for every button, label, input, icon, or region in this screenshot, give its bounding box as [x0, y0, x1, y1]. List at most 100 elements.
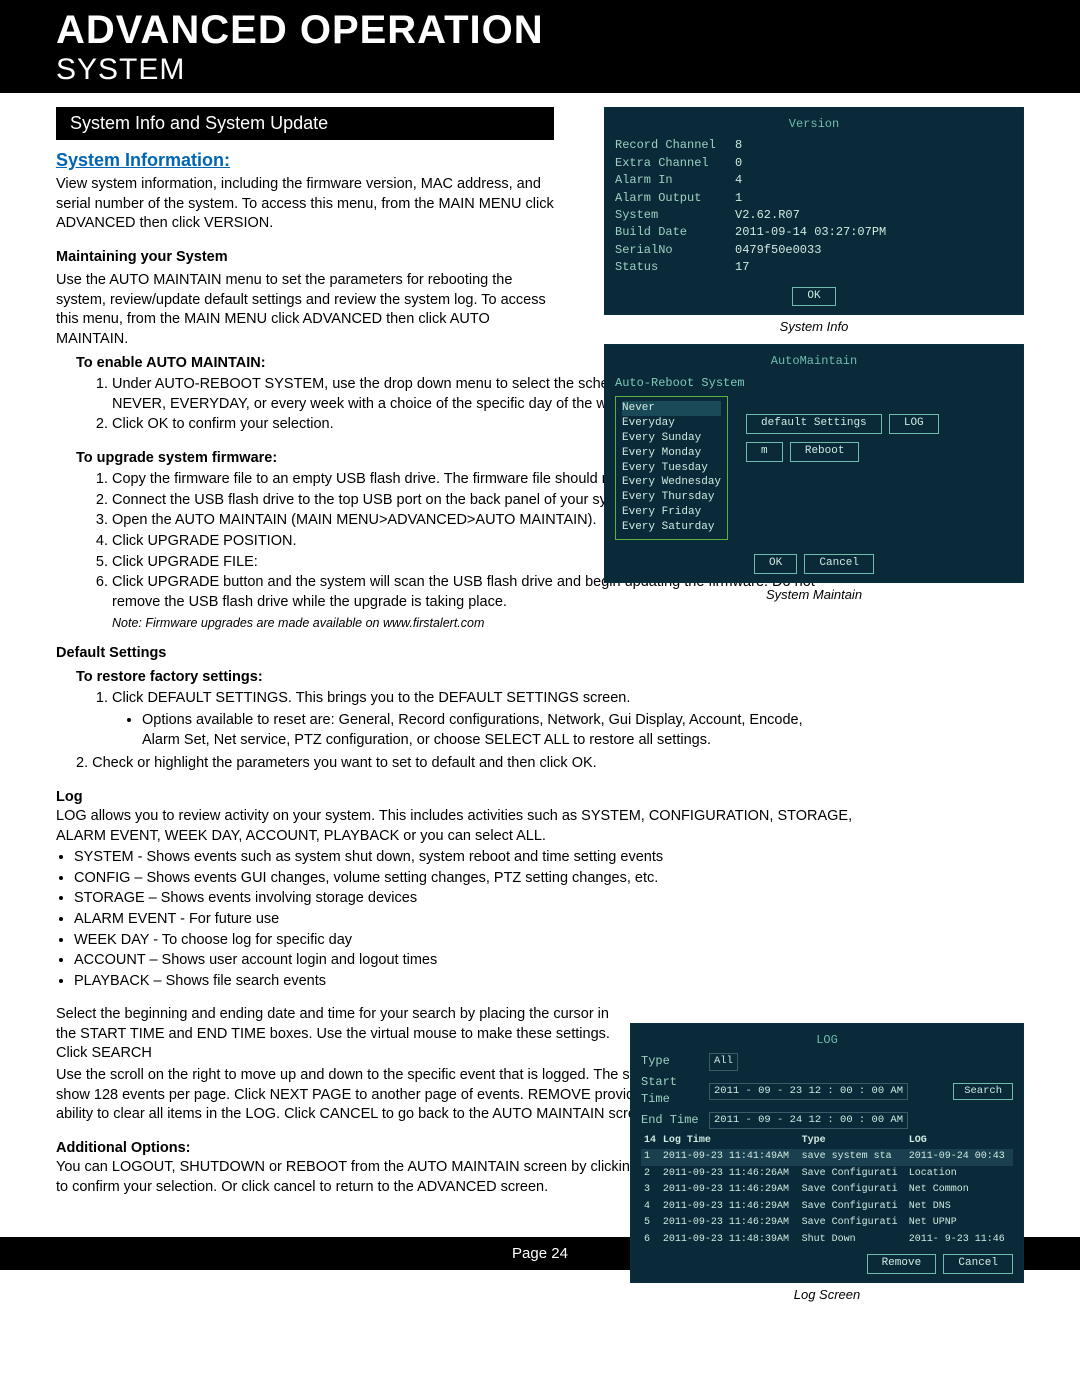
- default-settings-button[interactable]: default Settings: [746, 414, 882, 434]
- log-type-label: Type: [641, 1053, 703, 1070]
- default-settings-heading: Default Settings: [56, 644, 561, 664]
- version-key: Extra Channel: [615, 155, 735, 172]
- version-row: Alarm In4: [615, 172, 1013, 189]
- log-intro: LOG allows you to review activity on you…: [56, 807, 856, 846]
- dropdown-option[interactable]: Every Thursday: [622, 490, 721, 505]
- version-value: 1: [735, 190, 742, 207]
- page-title: ADVANCED OPERATION: [56, 8, 1024, 53]
- col-logtime: Log Time: [660, 1133, 799, 1150]
- log-cell: Net DNS: [906, 1199, 1013, 1216]
- log-bullet: ALARM EVENT - For future use: [74, 910, 874, 930]
- log-bullet: ACCOUNT – Shows user account login and l…: [74, 951, 874, 971]
- enable-auto-heading: To enable AUTO MAINTAIN:: [76, 354, 581, 374]
- ok-button[interactable]: OK: [754, 554, 797, 574]
- log-cell: 2011-09-24 00:43: [906, 1149, 1013, 1166]
- log-cell: save system sta: [799, 1149, 906, 1166]
- system-maintain-screenshot: AutoMaintain Auto-Reboot System NeverEve…: [604, 344, 1024, 582]
- log-cell: 3: [641, 1182, 660, 1199]
- log-cell: 2011- 9-23 11:46: [906, 1232, 1013, 1249]
- log-cell: Shut Down: [799, 1232, 906, 1249]
- restore-step2: 2. Check or highlight the parameters you…: [76, 754, 876, 774]
- dropdown-option[interactable]: Every Saturday: [622, 520, 721, 535]
- log-cell: Save Configurati: [799, 1215, 906, 1232]
- log-cell: Net UPNP: [906, 1215, 1013, 1232]
- dropdown-option[interactable]: Every Monday: [622, 446, 721, 461]
- remove-button[interactable]: Remove: [867, 1254, 937, 1274]
- log-screen-caption: Log Screen: [630, 1287, 1024, 1302]
- system-info-caption: System Info: [604, 319, 1024, 334]
- version-row: Extra Channel0: [615, 155, 1013, 172]
- log-cell: 2011-09-23 11:46:26AM: [660, 1166, 799, 1183]
- log-row[interactable]: 32011-09-23 11:46:29AMSave ConfiguratiNe…: [641, 1182, 1013, 1199]
- version-value: 8: [735, 137, 742, 154]
- version-row: Build Date2011-09-14 03:27:07PM: [615, 224, 1013, 241]
- dropdown-option[interactable]: Every Wednesday: [622, 475, 721, 490]
- step-text: Click DEFAULT SETTINGS. This brings you …: [112, 690, 630, 706]
- ok-button[interactable]: OK: [792, 287, 835, 307]
- header-bar: ADVANCED OPERATION SYSTEM: [0, 0, 1080, 93]
- log-row[interactable]: 12011-09-23 11:41:49AMsave system sta201…: [641, 1149, 1013, 1166]
- version-value: 0: [735, 155, 742, 172]
- col-log: LOG: [906, 1133, 1013, 1150]
- log-button[interactable]: LOG: [889, 414, 939, 434]
- log-cell: 4: [641, 1199, 660, 1216]
- log-cell: Save Configurati: [799, 1166, 906, 1183]
- page-number: Page 24: [512, 1245, 568, 1262]
- version-key: Alarm Output: [615, 190, 735, 207]
- log-cell: Net Common: [906, 1182, 1013, 1199]
- log-bullet: STORAGE – Shows events involving storage…: [74, 889, 874, 909]
- log-search-text: Select the beginning and ending date and…: [56, 1005, 616, 1064]
- cancel-button[interactable]: Cancel: [804, 554, 874, 574]
- screenshot-title: AutoMaintain: [615, 353, 1013, 370]
- log-bullet: CONFIG – Shows events GUI changes, volum…: [74, 869, 874, 889]
- log-end-label: End Time: [641, 1112, 703, 1129]
- log-table: 14 Log Time Type LOG 12011-09-23 11:41:4…: [641, 1133, 1013, 1249]
- col-count: 14: [641, 1133, 660, 1150]
- log-start-input[interactable]: 2011 - 09 - 23 12 : 00 : 00 AM: [709, 1083, 908, 1100]
- log-row[interactable]: 42011-09-23 11:46:29AMSave ConfiguratiNe…: [641, 1199, 1013, 1216]
- log-cell: Save Configurati: [799, 1199, 906, 1216]
- log-bullet: WEEK DAY - To choose log for specific da…: [74, 931, 874, 951]
- page-subtitle: SYSTEM: [56, 53, 1024, 87]
- log-row[interactable]: 62011-09-23 11:48:39AMShut Down2011- 9-2…: [641, 1232, 1013, 1249]
- auto-reboot-label: Auto-Reboot System: [615, 375, 1013, 392]
- version-row: SerialNo0479f50e0033: [615, 242, 1013, 259]
- log-cell: 1: [641, 1149, 660, 1166]
- m-button[interactable]: m: [746, 442, 783, 462]
- log-cell: 2: [641, 1166, 660, 1183]
- version-key: Status: [615, 259, 735, 276]
- version-row: SystemV2.62.R07: [615, 207, 1013, 224]
- dropdown-option[interactable]: Never: [622, 401, 721, 416]
- cancel-button[interactable]: Cancel: [943, 1254, 1013, 1274]
- log-cell: 5: [641, 1215, 660, 1232]
- log-type-select[interactable]: All: [709, 1053, 738, 1070]
- version-value: V2.62.R07: [735, 207, 800, 224]
- auto-reboot-dropdown[interactable]: NeverEverydayEvery SundayEvery MondayEve…: [615, 396, 728, 540]
- dropdown-option[interactable]: Every Friday: [622, 505, 721, 520]
- log-bullet: SYSTEM - Shows events such as system shu…: [74, 848, 874, 868]
- search-button[interactable]: Search: [953, 1083, 1013, 1100]
- log-row[interactable]: 52011-09-23 11:46:29AMSave ConfiguratiNe…: [641, 1215, 1013, 1232]
- additional-options-heading: Additional Options:: [56, 1139, 561, 1159]
- log-cell: 2011-09-23 11:41:49AM: [660, 1149, 799, 1166]
- log-scroll-text: Use the scroll on the right to move up a…: [56, 1066, 696, 1125]
- maintaining-text: Use the AUTO MAINTAIN menu to set the pa…: [56, 271, 561, 349]
- log-row[interactable]: 22011-09-23 11:46:26AMSave ConfiguratiLo…: [641, 1166, 1013, 1183]
- log-end-input[interactable]: 2011 - 09 - 24 12 : 00 : 00 AM: [709, 1112, 908, 1129]
- version-key: Record Channel: [615, 137, 735, 154]
- version-value: 17: [735, 259, 749, 276]
- version-row: Alarm Output1: [615, 190, 1013, 207]
- dropdown-option[interactable]: Everyday: [622, 416, 721, 431]
- log-screenshot: LOG Type All Start Time 2011 - 09 - 23 1…: [630, 1023, 1024, 1283]
- log-cell: Save Configurati: [799, 1182, 906, 1199]
- section-title: System Info and System Update: [56, 107, 554, 140]
- version-row: Record Channel8: [615, 137, 1013, 154]
- dropdown-option[interactable]: Every Tuesday: [622, 461, 721, 476]
- restore-steps: Click DEFAULT SETTINGS. This brings you …: [112, 689, 1024, 750]
- dropdown-option[interactable]: Every Sunday: [622, 431, 721, 446]
- reboot-button[interactable]: Reboot: [790, 442, 860, 462]
- log-heading: Log: [56, 788, 561, 808]
- log-bullet: PLAYBACK – Shows file search events: [74, 972, 874, 992]
- system-info-screenshot: Version Record Channel8Extra Channel0Ala…: [604, 107, 1024, 315]
- log-cell: 2011-09-23 11:48:39AM: [660, 1232, 799, 1249]
